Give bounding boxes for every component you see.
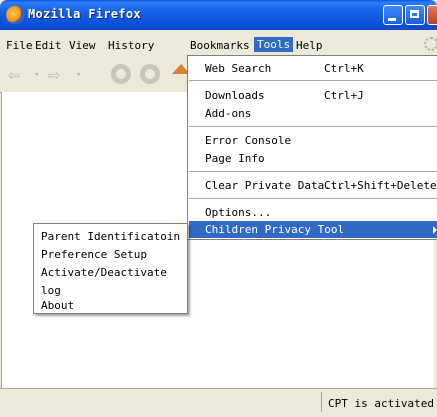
forward-icon[interactable]: ⇨ bbox=[48, 62, 60, 86]
menu-bar: File Edit View History Bookmarks Tools H… bbox=[0, 36, 437, 55]
title-bar: Mozilla Firefox bbox=[0, 0, 437, 30]
menu-separator bbox=[189, 171, 437, 172]
menu-item-web-search[interactable]: Web Search bbox=[205, 62, 271, 75]
menu-item-page-info[interactable]: Page Info bbox=[205, 152, 265, 165]
window-title: Mozilla Firefox bbox=[28, 7, 141, 21]
menu-item-add-ons[interactable]: Add-ons bbox=[205, 107, 251, 120]
menu-history[interactable]: History bbox=[108, 39, 154, 52]
submenu-arrow-icon bbox=[433, 226, 437, 234]
menu-view[interactable]: View bbox=[69, 39, 96, 52]
menu-help[interactable]: Help bbox=[296, 39, 323, 52]
reload-icon[interactable] bbox=[111, 64, 131, 84]
maximize-icon[interactable] bbox=[405, 5, 425, 25]
menu-item-options[interactable]: Options... bbox=[205, 206, 271, 219]
throbber-icon bbox=[424, 37, 437, 51]
shortcut-downloads: Ctrl+J bbox=[324, 89, 364, 102]
shortcut-web-search: Ctrl+K bbox=[324, 62, 364, 75]
tools-menu: Web Search Ctrl+K Downloads Ctrl+J Add-o… bbox=[187, 55, 437, 240]
menu-separator bbox=[189, 126, 437, 127]
status-text: CPT is activated bbox=[328, 397, 434, 410]
menu-item-error-console[interactable]: Error Console bbox=[205, 134, 291, 147]
submenu-item-log[interactable]: log bbox=[41, 284, 61, 297]
children-privacy-tool-label: Children Privacy Tool bbox=[205, 223, 345, 236]
status-separator bbox=[321, 392, 322, 412]
submenu-item-parent-identification[interactable]: Parent Identificatoin bbox=[41, 230, 180, 243]
menu-file[interactable]: File bbox=[6, 39, 33, 52]
submenu-item-about[interactable]: About bbox=[41, 299, 74, 312]
status-bar: CPT is activated bbox=[0, 388, 437, 417]
back-dropdown-icon[interactable]: ▾ bbox=[34, 70, 39, 80]
close-icon[interactable] bbox=[427, 5, 437, 25]
menu-item-children-privacy-tool[interactable]: Children Privacy Tool bbox=[189, 221, 437, 238]
menu-item-downloads[interactable]: Downloads bbox=[205, 89, 265, 102]
submenu-item-activate-deactivate[interactable]: Activate/Deactivate bbox=[41, 266, 167, 279]
minimize-icon[interactable] bbox=[383, 5, 403, 25]
stop-icon[interactable] bbox=[140, 64, 160, 84]
back-icon[interactable]: ⇦ bbox=[8, 62, 20, 86]
menu-separator bbox=[189, 80, 437, 81]
shortcut-clear-private-data: Ctrl+Shift+Delete bbox=[324, 179, 437, 192]
firefox-window: Mozilla Firefox File Edit View History B… bbox=[0, 0, 437, 417]
menu-separator bbox=[189, 198, 437, 199]
firefox-logo-icon bbox=[6, 6, 24, 24]
menu-bookmarks[interactable]: Bookmarks bbox=[190, 39, 250, 52]
children-privacy-tool-submenu: Parent Identificatoin Preference Setup A… bbox=[33, 223, 188, 314]
submenu-item-preference-setup[interactable]: Preference Setup bbox=[41, 248, 147, 261]
menu-tools[interactable]: Tools bbox=[254, 37, 294, 52]
forward-dropdown-icon[interactable]: ▾ bbox=[76, 70, 81, 80]
menu-edit[interactable]: Edit bbox=[35, 39, 62, 52]
